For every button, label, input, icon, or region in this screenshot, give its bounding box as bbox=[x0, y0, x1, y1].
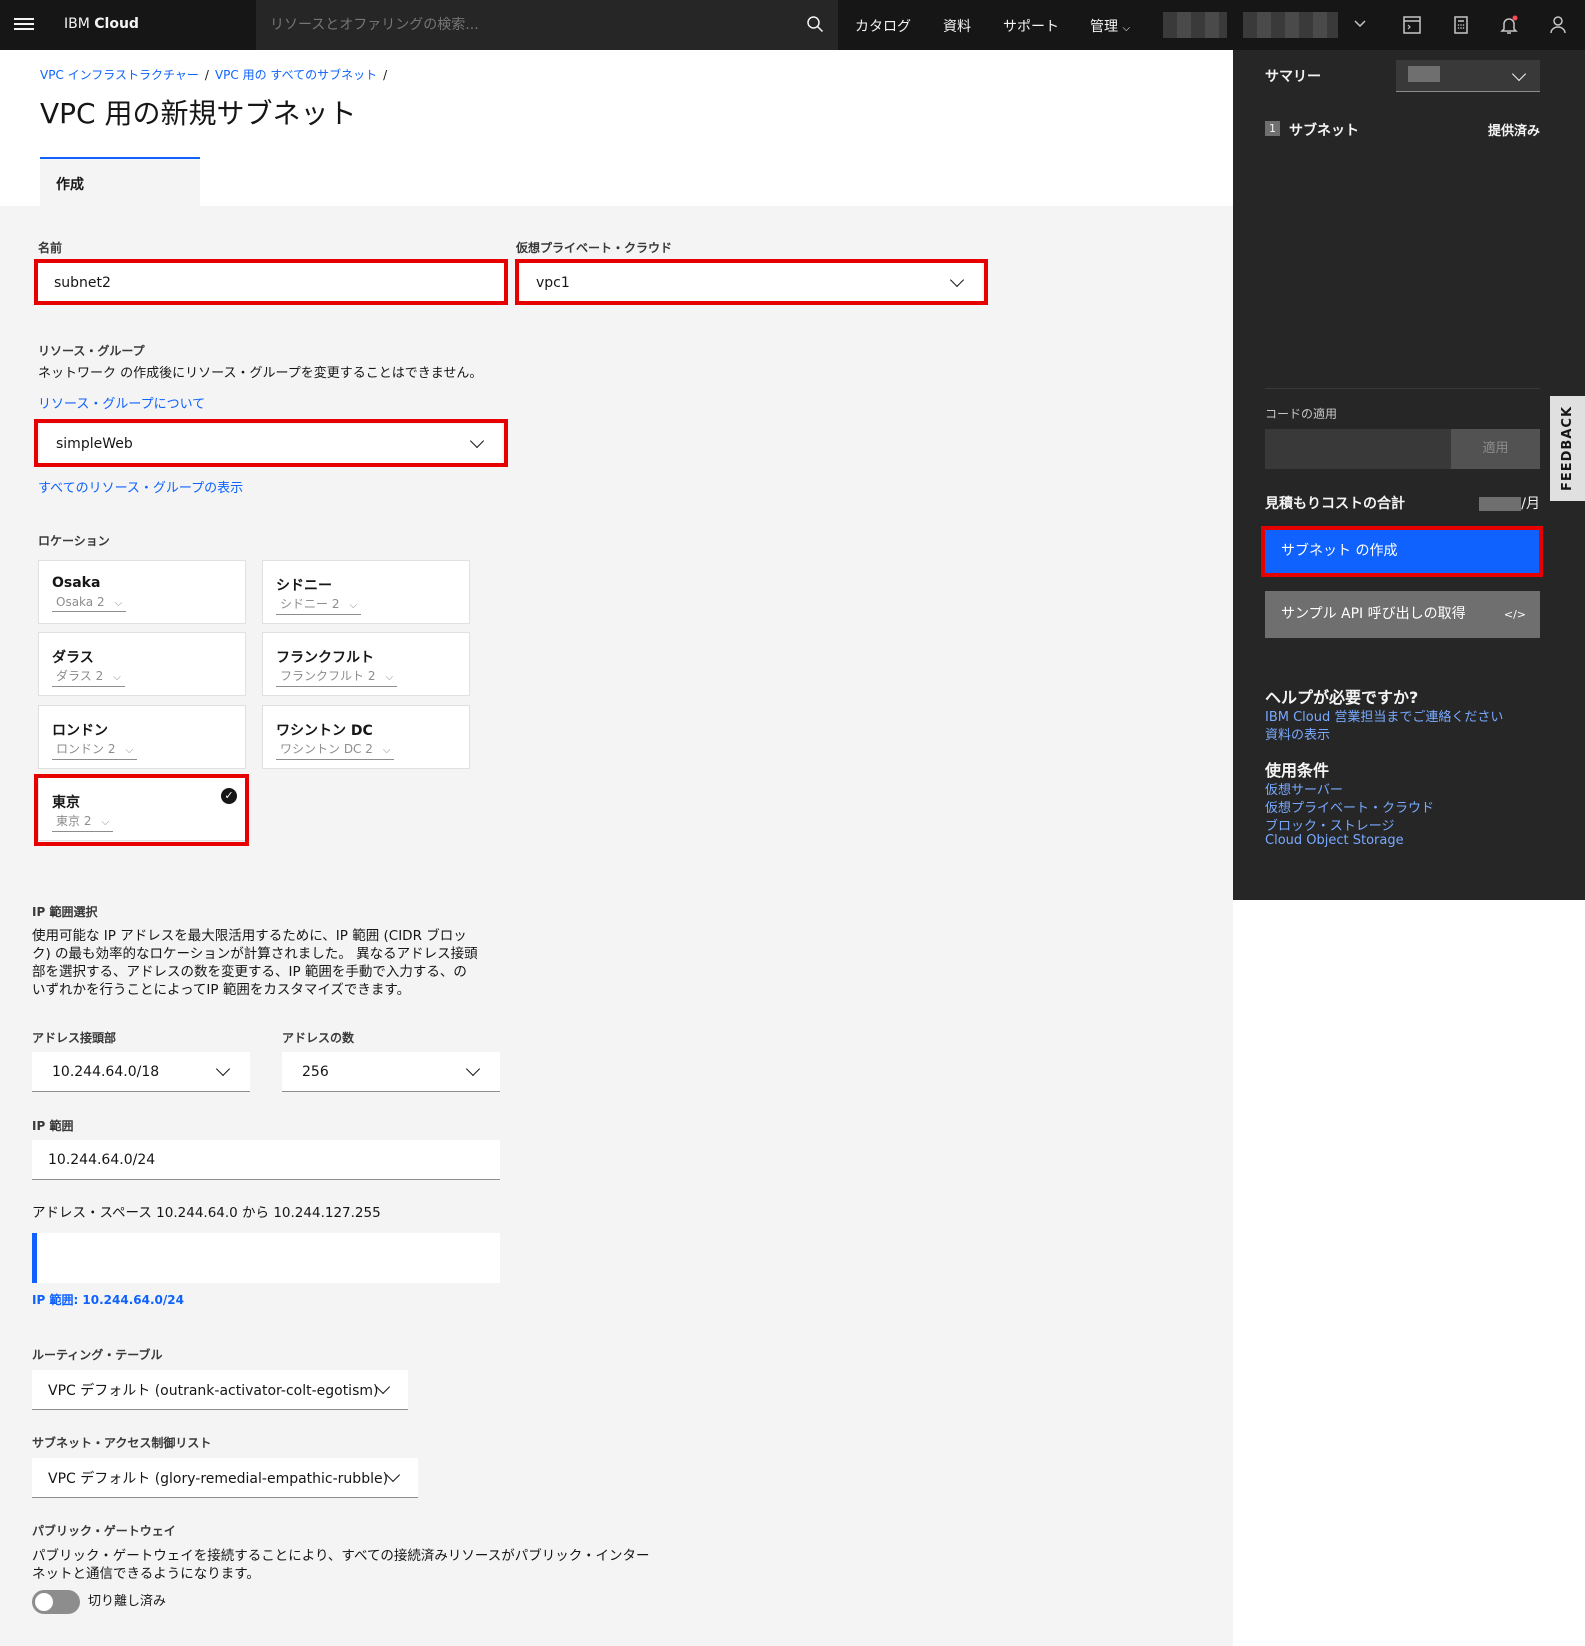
gateway-text-2: ネットと通信できるようになります。 bbox=[32, 1566, 260, 1582]
breadcrumb-vpc-infra[interactable]: VPC インフラストラクチャー bbox=[40, 68, 199, 82]
gateway-label: パブリック・ゲートウェイ bbox=[32, 1524, 176, 1538]
location-tile-osaka[interactable]: Osaka Osaka 2 ⌵ bbox=[38, 560, 246, 624]
ip-range-bar bbox=[32, 1233, 500, 1283]
location-tile-washington[interactable]: ワシントン DC ワシントン DC 2 ⌵ bbox=[262, 705, 470, 769]
highlight-resource-group bbox=[34, 419, 508, 467]
account-id[interactable] bbox=[1243, 12, 1338, 38]
terms-link-vpc[interactable]: 仮想プライベート・クラウド bbox=[1265, 797, 1434, 816]
ip-range-input[interactable]: 10.244.64.0/24 bbox=[32, 1140, 500, 1180]
terms-link-block[interactable]: ブロック・ストレージ bbox=[1265, 815, 1394, 834]
notification-icon[interactable] bbox=[1498, 14, 1520, 36]
location-tile-frankfurt[interactable]: フランクフルト フランクフルト 2 ⌵ bbox=[262, 632, 470, 696]
acl-label: サブネット・アクセス制御リスト bbox=[32, 1436, 212, 1450]
routing-label: ルーティング・テーブル bbox=[32, 1348, 163, 1362]
cost-label: 見積もりコストの合計 bbox=[1265, 496, 1405, 512]
terms-link-vsi[interactable]: 仮想サーバー bbox=[1265, 779, 1343, 798]
chevron-down-icon bbox=[215, 1061, 231, 1077]
count-label: アドレスの数 bbox=[282, 1031, 355, 1045]
prefix-label: アドレス接頭部 bbox=[32, 1031, 117, 1045]
prefix-select[interactable]: 10.244.64.0/18 bbox=[32, 1052, 250, 1092]
chevron-down-icon bbox=[1511, 66, 1527, 82]
all-resource-groups-link[interactable]: すべてのリソース・グループの表示 bbox=[38, 477, 243, 496]
resource-group-about-link[interactable]: リソース・グループについて bbox=[38, 393, 205, 412]
zone-select[interactable]: ダラス 2 ⌵ bbox=[52, 667, 125, 687]
get-api-button[interactable]: サンプル API 呼び出しの取得 </> bbox=[1265, 591, 1540, 638]
resource-group-label: リソース・グループ bbox=[38, 344, 145, 358]
name-label: 名前 bbox=[38, 241, 63, 255]
code-label: コードの適用 bbox=[1265, 407, 1338, 421]
count-select[interactable]: 256 bbox=[282, 1052, 500, 1092]
feedback-tab[interactable]: FEEDBACK bbox=[1550, 396, 1585, 501]
nav-catalog[interactable]: カタログ bbox=[855, 16, 911, 36]
nav-docs[interactable]: 資料 bbox=[943, 16, 971, 36]
ip-range-label: IP 範囲 bbox=[32, 1119, 74, 1133]
highlight-vpc bbox=[515, 259, 988, 305]
summary-title: サマリー bbox=[1265, 69, 1321, 85]
summary-panel: サマリー 1 サブネット 提供済み コードの適用 適用 見積もりコストの合計 /… bbox=[1233, 50, 1585, 900]
terminal-icon[interactable] bbox=[1401, 14, 1423, 36]
breadcrumb-all-subnets[interactable]: VPC 用の すべてのサブネット bbox=[215, 68, 377, 82]
gateway-text-1: パブリック・ゲートウェイを接続することにより、すべての接続済みリソースがパブリッ… bbox=[32, 1548, 650, 1564]
nav-support[interactable]: サポート bbox=[1003, 16, 1059, 36]
resource-group-help: ネットワーク の作成後にリソース・グループを変更することはできません。 bbox=[38, 366, 483, 381]
zone-select[interactable]: Osaka 2 ⌵ bbox=[52, 595, 127, 612]
ip-range-caption: IP 範囲: 10.244.64.0/24 bbox=[32, 1293, 184, 1307]
right-blank-area bbox=[1233, 900, 1585, 1646]
terms-link-cos[interactable]: Cloud Object Storage bbox=[1265, 833, 1404, 848]
location-label: ロケーション bbox=[38, 534, 110, 548]
search-input[interactable] bbox=[270, 12, 790, 38]
ip-select-text-1: 使用可能な IP アドレスを最大限活用するために、IP 範囲 (CIDR ブロッ bbox=[32, 928, 467, 944]
account-name[interactable] bbox=[1163, 12, 1227, 38]
zone-select[interactable]: ワシントン DC 2 ⌵ bbox=[276, 740, 395, 760]
ip-select-text-3: 部を選択する、アドレスの数を変更する、IP 範囲を手動で入力する、の bbox=[32, 964, 467, 980]
code-icon: </> bbox=[1503, 608, 1526, 621]
highlight-name bbox=[34, 259, 508, 305]
top-bar: IBM Cloud カタログ 資料 サポート 管理 ⌵ bbox=[0, 0, 1585, 50]
cost-value: /月 bbox=[1479, 493, 1540, 513]
location-tile-sydney[interactable]: シドニー シドニー 2 ⌵ bbox=[262, 560, 470, 624]
ip-select-text-2: ク) の最も効率的なロケーションが計算されました。 異なるアドレス接頭 bbox=[32, 946, 478, 962]
brand-logo[interactable]: IBM Cloud bbox=[64, 16, 139, 32]
vpc-label: 仮想プライベート・クラウド bbox=[516, 241, 673, 255]
calculator-icon[interactable] bbox=[1450, 14, 1472, 36]
code-input[interactable] bbox=[1265, 429, 1451, 469]
nav-manage[interactable]: 管理 ⌵ bbox=[1090, 16, 1130, 36]
terms-title: 使用条件 bbox=[1265, 761, 1330, 780]
location-tile-dallas[interactable]: ダラス ダラス 2 ⌵ bbox=[38, 632, 246, 696]
ip-select-text-4: いずれかを行うことによってIP 範囲をカスタマイズできます。 bbox=[32, 982, 411, 998]
summary-region-select[interactable] bbox=[1396, 60, 1540, 92]
search-bar[interactable] bbox=[256, 0, 838, 50]
highlight-create-button bbox=[1261, 526, 1543, 577]
gateway-toggle[interactable] bbox=[32, 1590, 80, 1614]
acl-select[interactable]: VPC デフォルト (glory-remedial-empathic-rubbl… bbox=[32, 1458, 418, 1498]
ip-select-label: IP 範囲選択 bbox=[32, 905, 98, 919]
user-icon[interactable] bbox=[1547, 14, 1569, 36]
chevron-down-icon bbox=[465, 1061, 481, 1077]
zone-select[interactable]: ロンドン 2 ⌵ bbox=[52, 740, 138, 760]
divider bbox=[1265, 388, 1540, 389]
breadcrumb: VPC インフラストラクチャー / VPC 用の すべてのサブネット / bbox=[40, 68, 388, 82]
chevron-down-icon[interactable] bbox=[1352, 16, 1368, 32]
help-title: ヘルプが必要ですか? bbox=[1265, 688, 1419, 707]
summary-item-label: サブネット bbox=[1289, 123, 1359, 139]
tab-create[interactable]: 作成 bbox=[40, 157, 200, 206]
help-link-docs[interactable]: 資料の表示 bbox=[1265, 724, 1330, 743]
routing-select[interactable]: VPC デフォルト (outrank-activator-colt-egotis… bbox=[32, 1370, 408, 1410]
apply-button[interactable]: 適用 bbox=[1451, 429, 1540, 469]
gateway-state: 切り離し済み bbox=[88, 1594, 167, 1609]
zone-select[interactable]: フランクフルト 2 ⌵ bbox=[276, 667, 398, 687]
search-icon[interactable] bbox=[806, 15, 824, 33]
zone-select[interactable]: シドニー 2 ⌵ bbox=[276, 595, 362, 615]
item-count-badge: 1 bbox=[1265, 121, 1280, 136]
hamburger-menu-icon[interactable] bbox=[14, 15, 34, 35]
summary-item-status: 提供済み bbox=[1487, 124, 1540, 139]
highlight-tokyo bbox=[34, 774, 249, 846]
help-link-sales[interactable]: IBM Cloud 営業担当までご連絡ください bbox=[1265, 706, 1503, 725]
address-space: アドレス・スペース 10.244.64.0 から 10.244.127.255 bbox=[32, 1205, 381, 1221]
page-title: VPC 用の新規サブネット bbox=[40, 97, 357, 130]
location-tile-london[interactable]: ロンドン ロンドン 2 ⌵ bbox=[38, 705, 246, 769]
chevron-down-icon bbox=[385, 1467, 401, 1483]
